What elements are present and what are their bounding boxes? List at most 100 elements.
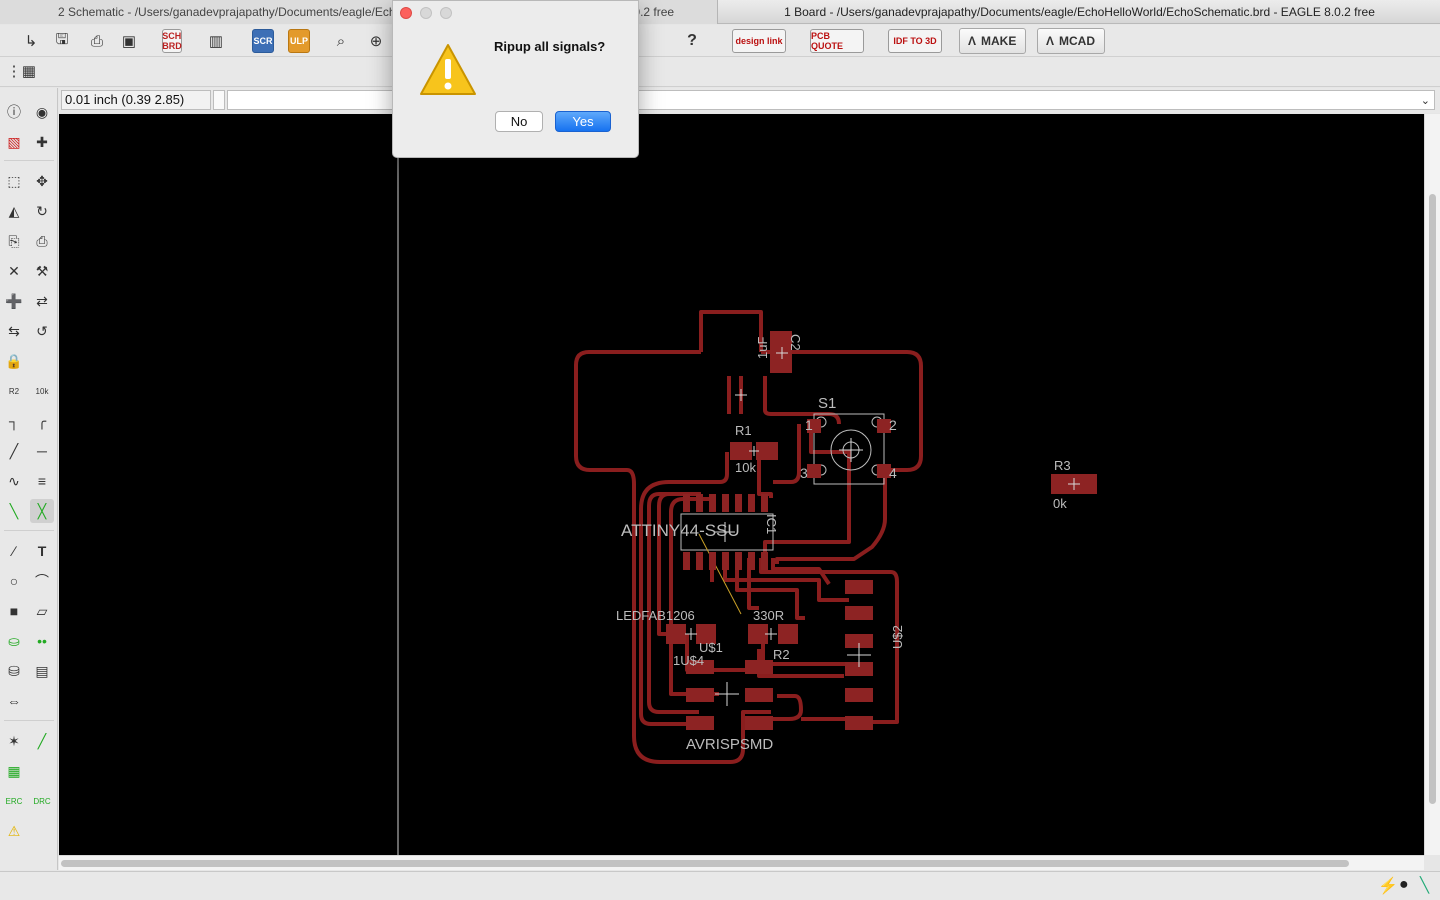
ulp-icon[interactable]: ULP (288, 29, 310, 53)
close-window-icon[interactable] (400, 7, 412, 19)
horizontal-scrollbar[interactable] (59, 855, 1424, 870)
library-icon[interactable]: ▥ (205, 30, 227, 52)
optimize-icon[interactable]: ╱ (2, 439, 26, 463)
vertical-scrollbar[interactable] (1424, 114, 1440, 855)
board-icon[interactable]: ▦ (2, 759, 26, 783)
erc-icon[interactable]: ERC (2, 789, 26, 813)
ic1-pad (735, 494, 742, 512)
name-icon[interactable]: R2 (2, 379, 26, 403)
rectangle-icon[interactable]: ■ (2, 599, 26, 623)
us2-pad (845, 688, 873, 702)
horizontal-scroll-thumb[interactable] (61, 860, 1349, 867)
mcad-button-label: MCAD (1059, 34, 1096, 48)
gate-swap-icon[interactable]: ↺ (30, 319, 54, 343)
ic1-pad (683, 552, 690, 570)
sch-brd-switch-icon[interactable]: SCH BRD (162, 29, 182, 53)
ic1-value-label: ATTINY44-SSU (621, 521, 740, 540)
pcb-quote-button[interactable]: PCB QUOTE (810, 29, 864, 53)
paste-icon[interactable]: ⎙ (30, 229, 54, 253)
info-icon[interactable]: ⓘ (2, 100, 26, 124)
autorouter-icon[interactable]: ╱ (30, 729, 54, 753)
change-icon[interactable]: ⚒ (30, 259, 54, 283)
lightning-icon[interactable]: ⚡ (1378, 876, 1398, 896)
secondary-toolbar: ⋮ ▦ (0, 57, 1440, 87)
copy-icon[interactable]: ⎘ (2, 229, 26, 253)
no-button[interactable]: No (495, 111, 543, 132)
move-icon[interactable]: ✥ (30, 169, 54, 193)
airwire (698, 533, 742, 615)
layers-icon[interactable]: ▧ (2, 130, 26, 154)
grid-icon[interactable]: ▦ (18, 60, 40, 82)
mcad-button[interactable]: Λ MCAD (1037, 28, 1105, 54)
rotate-icon[interactable]: ↻ (30, 199, 54, 223)
meander-icon[interactable]: ∿ (2, 469, 26, 493)
route-status-icon[interactable]: ╲ (1420, 876, 1429, 894)
open-icon[interactable]: ↳ (20, 30, 42, 52)
attribute-icon[interactable]: ▤ (30, 659, 54, 683)
tab-board[interactable]: 1 Board - /Users/ganadevprajapathy/Docum… (719, 0, 1440, 24)
command-dropdown-icon[interactable]: ⌄ (1421, 94, 1430, 107)
lock-icon[interactable]: 🔒 (2, 349, 26, 373)
help-icon[interactable]: ? (681, 30, 703, 52)
r1-pad (756, 442, 778, 460)
zoom-fit-icon[interactable]: ⌕ (330, 30, 352, 52)
polygon-icon[interactable]: ▱ (30, 599, 54, 623)
miter-icon[interactable]: ╭ (30, 409, 54, 433)
script-icon[interactable]: SCR (252, 29, 274, 53)
wire-icon[interactable]: ∕ (2, 539, 26, 563)
add-icon[interactable]: ➕ (2, 289, 26, 313)
delete-icon[interactable]: ✕ (2, 259, 26, 283)
vertical-scroll-thumb[interactable] (1429, 194, 1436, 804)
signal-icon[interactable]: •• (30, 629, 54, 653)
dimension-icon[interactable]: ⇔ (2, 689, 26, 713)
isp-pad (686, 688, 714, 702)
save-icon[interactable]: 🖫 (51, 30, 73, 52)
s1-pin2-label: 2 (889, 417, 897, 433)
swap-icon[interactable]: ⇆ (2, 319, 26, 343)
stop-icon[interactable]: ● (1399, 876, 1409, 894)
ic1-pad (709, 494, 716, 512)
r1-pad (730, 442, 752, 460)
drc-icon[interactable]: DRC (30, 789, 54, 813)
board-drawing: 1uF C2 S1 1 2 3 4 R1 10k R3 0k ATTINY44-… (397, 114, 1097, 855)
ic1-pad (761, 552, 768, 570)
via-icon[interactable]: ⛀ (2, 629, 26, 653)
arc-icon[interactable]: ⌒ (30, 569, 54, 593)
mark-icon[interactable]: ✚ (30, 130, 54, 154)
r3-value-label: 0k (1053, 496, 1067, 511)
minimize-window-icon (420, 7, 432, 19)
ripup-icon[interactable]: ╳ (30, 499, 54, 523)
ic1-pad (748, 494, 755, 512)
multi-route-icon[interactable]: ≡ (30, 469, 54, 493)
circle-icon[interactable]: ○ (2, 569, 26, 593)
design-link-button[interactable]: design link (732, 29, 786, 53)
toolbox-separator (4, 720, 54, 721)
split-icon[interactable]: ┐ (2, 409, 26, 433)
group-icon[interactable]: ⬚ (2, 169, 26, 193)
r1-value-label: 10k (735, 460, 756, 475)
ratsnest-icon[interactable]: ✶ (2, 729, 26, 753)
coordinate-display: 0.01 inch (0.39 2.85) (61, 90, 211, 110)
board-canvas[interactable]: 1uF C2 S1 1 2 3 4 R1 10k R3 0k ATTINY44-… (59, 114, 1424, 855)
errors-warning-icon[interactable]: ⚠ (2, 819, 26, 843)
make-button[interactable]: Λ MAKE (959, 28, 1026, 54)
yes-button[interactable]: Yes (555, 111, 611, 132)
hole-icon[interactable]: ⛁ (2, 659, 26, 683)
print-icon[interactable]: ⎙ (86, 30, 108, 52)
route-icon[interactable]: ╲ (2, 499, 26, 523)
replace-icon[interactable]: ⇄ (30, 289, 54, 313)
zoom-in-icon[interactable]: ⊕ (365, 30, 387, 52)
mirror-icon[interactable]: ◭ (2, 199, 26, 223)
text-icon[interactable]: T (30, 539, 54, 563)
cam-icon[interactable]: ▣ (118, 30, 140, 52)
isp-pad (686, 716, 714, 730)
slice-icon[interactable]: ─ (30, 439, 54, 463)
idf-to-3d-button[interactable]: IDF TO 3D (888, 29, 942, 53)
u4-name-label: 1U$4 (673, 653, 704, 668)
coordinate-toggle[interactable] (213, 90, 225, 110)
value-icon[interactable]: 10k (30, 379, 54, 403)
show-icon[interactable]: ◉ (30, 100, 54, 124)
left-toolbox: ⓘ ◉ ▧ ✚ ⬚ ✥ ◭ ↻ ⎘ ⎙ ✕ ⚒ ➕ ⇄ ⇆ ↺ 🔒 R2 10k… (0, 88, 58, 870)
s1-pad (807, 464, 821, 478)
us2-name-label: U$2 (890, 625, 905, 649)
